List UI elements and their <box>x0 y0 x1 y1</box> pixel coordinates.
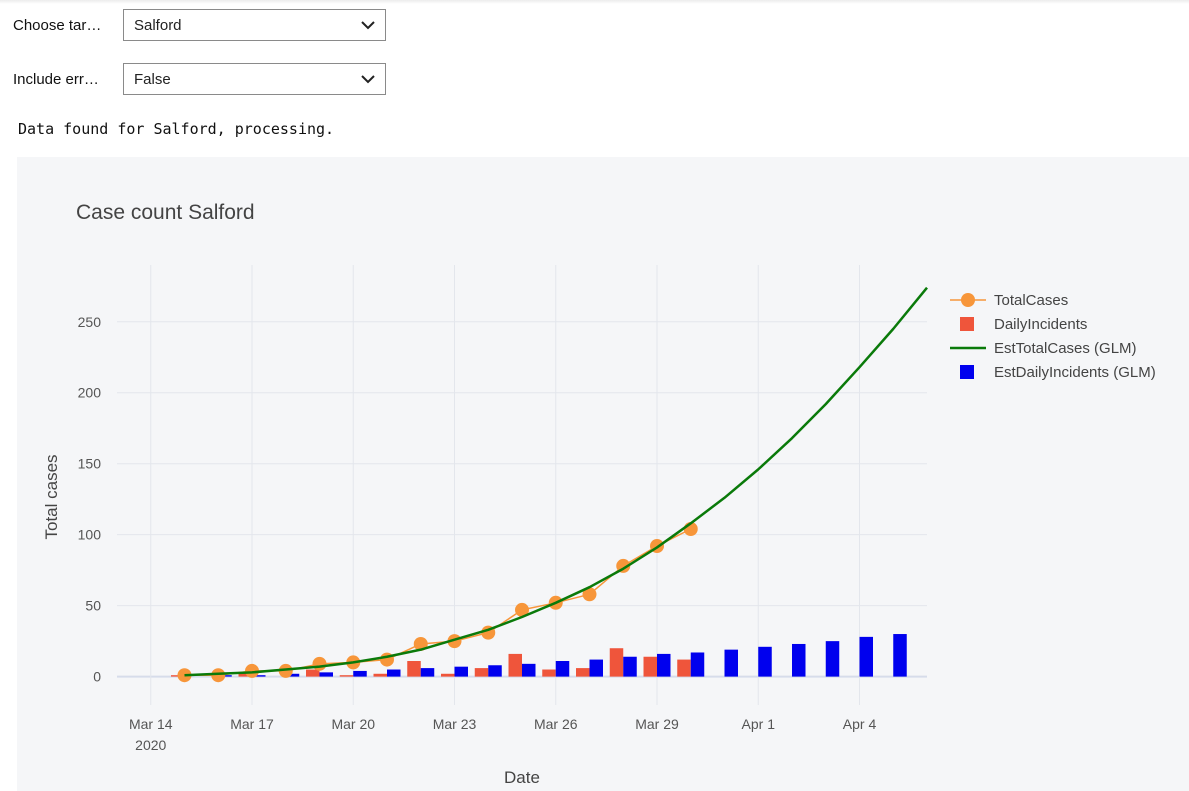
y-tick-label: 150 <box>78 456 102 472</box>
top-shadow <box>0 0 1189 4</box>
y-tick-label: 0 <box>93 669 101 685</box>
bar-estdailyincidents-glm- <box>454 666 468 677</box>
x-tick-label: Mar 29 <box>635 716 679 732</box>
legend-swatch <box>960 317 974 331</box>
bar-estdailyincidents-glm- <box>319 672 333 677</box>
bar-estdailyincidents-glm- <box>859 636 873 677</box>
target-label: Choose tar… <box>13 16 102 34</box>
target-row: Choose tar… <box>0 8 123 42</box>
bar-dailyincidents <box>373 673 387 677</box>
bar-estdailyincidents-glm- <box>420 668 435 677</box>
legend-item[interactable]: EstTotalCases (GLM) <box>950 340 1137 357</box>
bar-dailyincidents <box>508 653 522 677</box>
axes: 0 50 100 150 200 250 Mar 14 2020 Mar 17 Mar 20 Mar… <box>78 314 877 753</box>
chevron-down-icon <box>361 21 375 30</box>
bar-estdailyincidents-glm- <box>623 656 637 677</box>
legend-label: EstTotalCases (GLM) <box>994 340 1137 357</box>
bar-estdailyincidents-glm- <box>792 643 806 677</box>
target-select[interactable]: Salford <box>123 9 386 41</box>
legend-label: EstDailyIncidents (GLM) <box>994 364 1156 381</box>
bar-dailyincidents <box>474 668 489 677</box>
legend-item[interactable]: DailyIncidents <box>960 316 1087 333</box>
bar-estdailyincidents-glm- <box>893 634 907 677</box>
x-tick-label: Mar 26 <box>534 716 578 732</box>
errors-row: Include err… <box>0 62 123 96</box>
legend: TotalCases DailyIncidents EstTotalCases (G… <box>950 292 1156 381</box>
bar-estdailyincidents-glm- <box>657 653 671 677</box>
bar-dailyincidents <box>576 668 590 677</box>
bar-estdailyincidents-glm- <box>724 649 738 677</box>
case-count-chart: Case count Salford 0 50 100 150 200 250 Mar 14… <box>42 201 1156 787</box>
bar-estdailyincidents-glm- <box>690 652 705 677</box>
legend-item[interactable]: EstDailyIncidents (GLM) <box>960 364 1156 381</box>
status-message: Data found for Salford, processing. <box>18 120 335 138</box>
x-axis-title: Date <box>504 768 540 787</box>
target-select-value: Salford <box>134 16 182 34</box>
x-tick-label: Apr 4 <box>843 716 877 732</box>
errors-select[interactable]: False <box>123 63 386 95</box>
bar-estdailyincidents-glm- <box>522 663 536 677</box>
x-tick-label: Mar 14 <box>129 716 173 732</box>
bar-dailyincidents <box>306 669 320 677</box>
bar-estdailyincidents-glm- <box>387 669 401 677</box>
x-tick-sublabel: 2020 <box>135 737 166 753</box>
x-tick-label: Mar 23 <box>433 716 477 732</box>
bar-dailyincidents <box>407 661 421 677</box>
y-tick-label: 250 <box>78 314 102 330</box>
y-tick-label: 50 <box>85 598 101 614</box>
x-tick-label: Apr 1 <box>742 716 776 732</box>
bar-estdailyincidents-glm- <box>488 665 502 677</box>
bar-dailyincidents <box>677 659 691 677</box>
bar-estdailyincidents-glm- <box>555 661 570 677</box>
bar-dailyincidents <box>542 669 556 677</box>
bar-dailyincidents <box>441 673 455 677</box>
legend-item[interactable]: TotalCases <box>950 292 1068 309</box>
x-tick-label: Mar 20 <box>331 716 375 732</box>
legend-label: DailyIncidents <box>994 316 1087 333</box>
errors-select-value: False <box>134 70 171 88</box>
chart-container: Case count Salford 0 50 100 150 200 250 Mar 14… <box>17 157 1189 791</box>
legend-swatch <box>960 365 974 379</box>
lines <box>177 286 928 683</box>
chevron-down-icon <box>361 75 375 84</box>
bar-estdailyincidents-glm- <box>589 659 603 677</box>
x-tick-label: Mar 17 <box>230 716 274 732</box>
bar-estdailyincidents-glm- <box>353 670 367 677</box>
y-axis-title: Total cases <box>42 454 61 539</box>
bar-estdailyincidents-glm- <box>825 641 840 677</box>
bar-dailyincidents <box>339 675 354 677</box>
bar-dailyincidents <box>643 656 657 677</box>
y-tick-label: 200 <box>78 385 102 401</box>
grid <box>117 265 927 705</box>
y-tick-label: 100 <box>78 527 102 543</box>
bar-estdailyincidents-glm- <box>758 646 772 677</box>
bar-dailyincidents <box>609 648 624 677</box>
legend-marker <box>961 293 975 307</box>
chart-title: Case count Salford <box>76 201 255 224</box>
errors-label: Include err… <box>13 70 99 88</box>
point-totalcases <box>312 656 327 671</box>
legend-label: TotalCases <box>994 292 1068 309</box>
